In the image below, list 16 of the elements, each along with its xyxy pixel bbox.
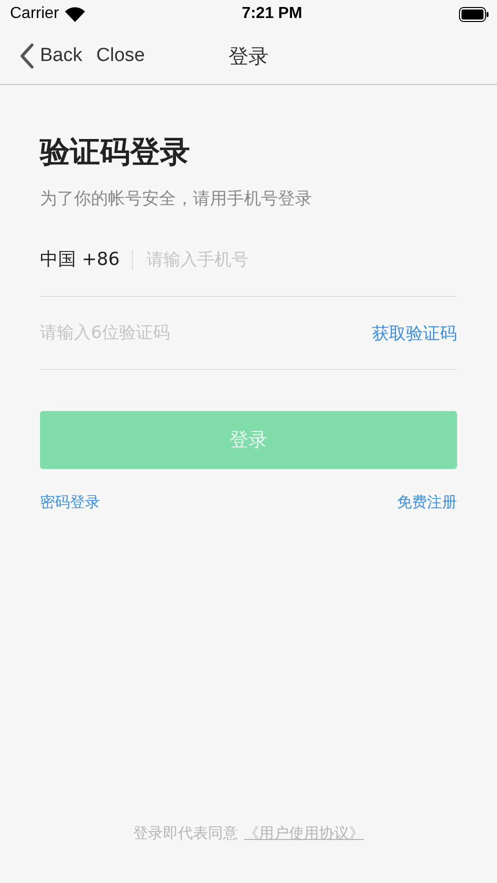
text-link[interactable]: 免费注册 — [397, 493, 457, 512]
chevron-left-icon — [20, 43, 34, 69]
battery-icon — [458, 6, 489, 22]
nav-title: 登录 — [228, 44, 268, 70]
page-heading: 验证码登录 — [40, 134, 191, 172]
agreement-text: 登录即代表同意 — [133, 824, 238, 843]
back-button[interactable]: Back — [20, 43, 82, 69]
close-button[interactable]: Close — [96, 45, 145, 67]
agreement-link[interactable]: 《用户使用协议》 — [244, 824, 364, 843]
country-code[interactable]: 中国 +86 — [40, 250, 133, 270]
wifi-icon — [64, 6, 85, 22]
text-link[interactable]: 密码登录 — [40, 493, 100, 512]
get-code-button[interactable]: 获取验证码 — [372, 322, 457, 344]
carrier-name: Carrier — [10, 5, 59, 23]
subtitle: 为了你的帐号安全，请用手机号登录 — [40, 188, 313, 210]
status-time: 7:21 PM — [242, 5, 302, 23]
